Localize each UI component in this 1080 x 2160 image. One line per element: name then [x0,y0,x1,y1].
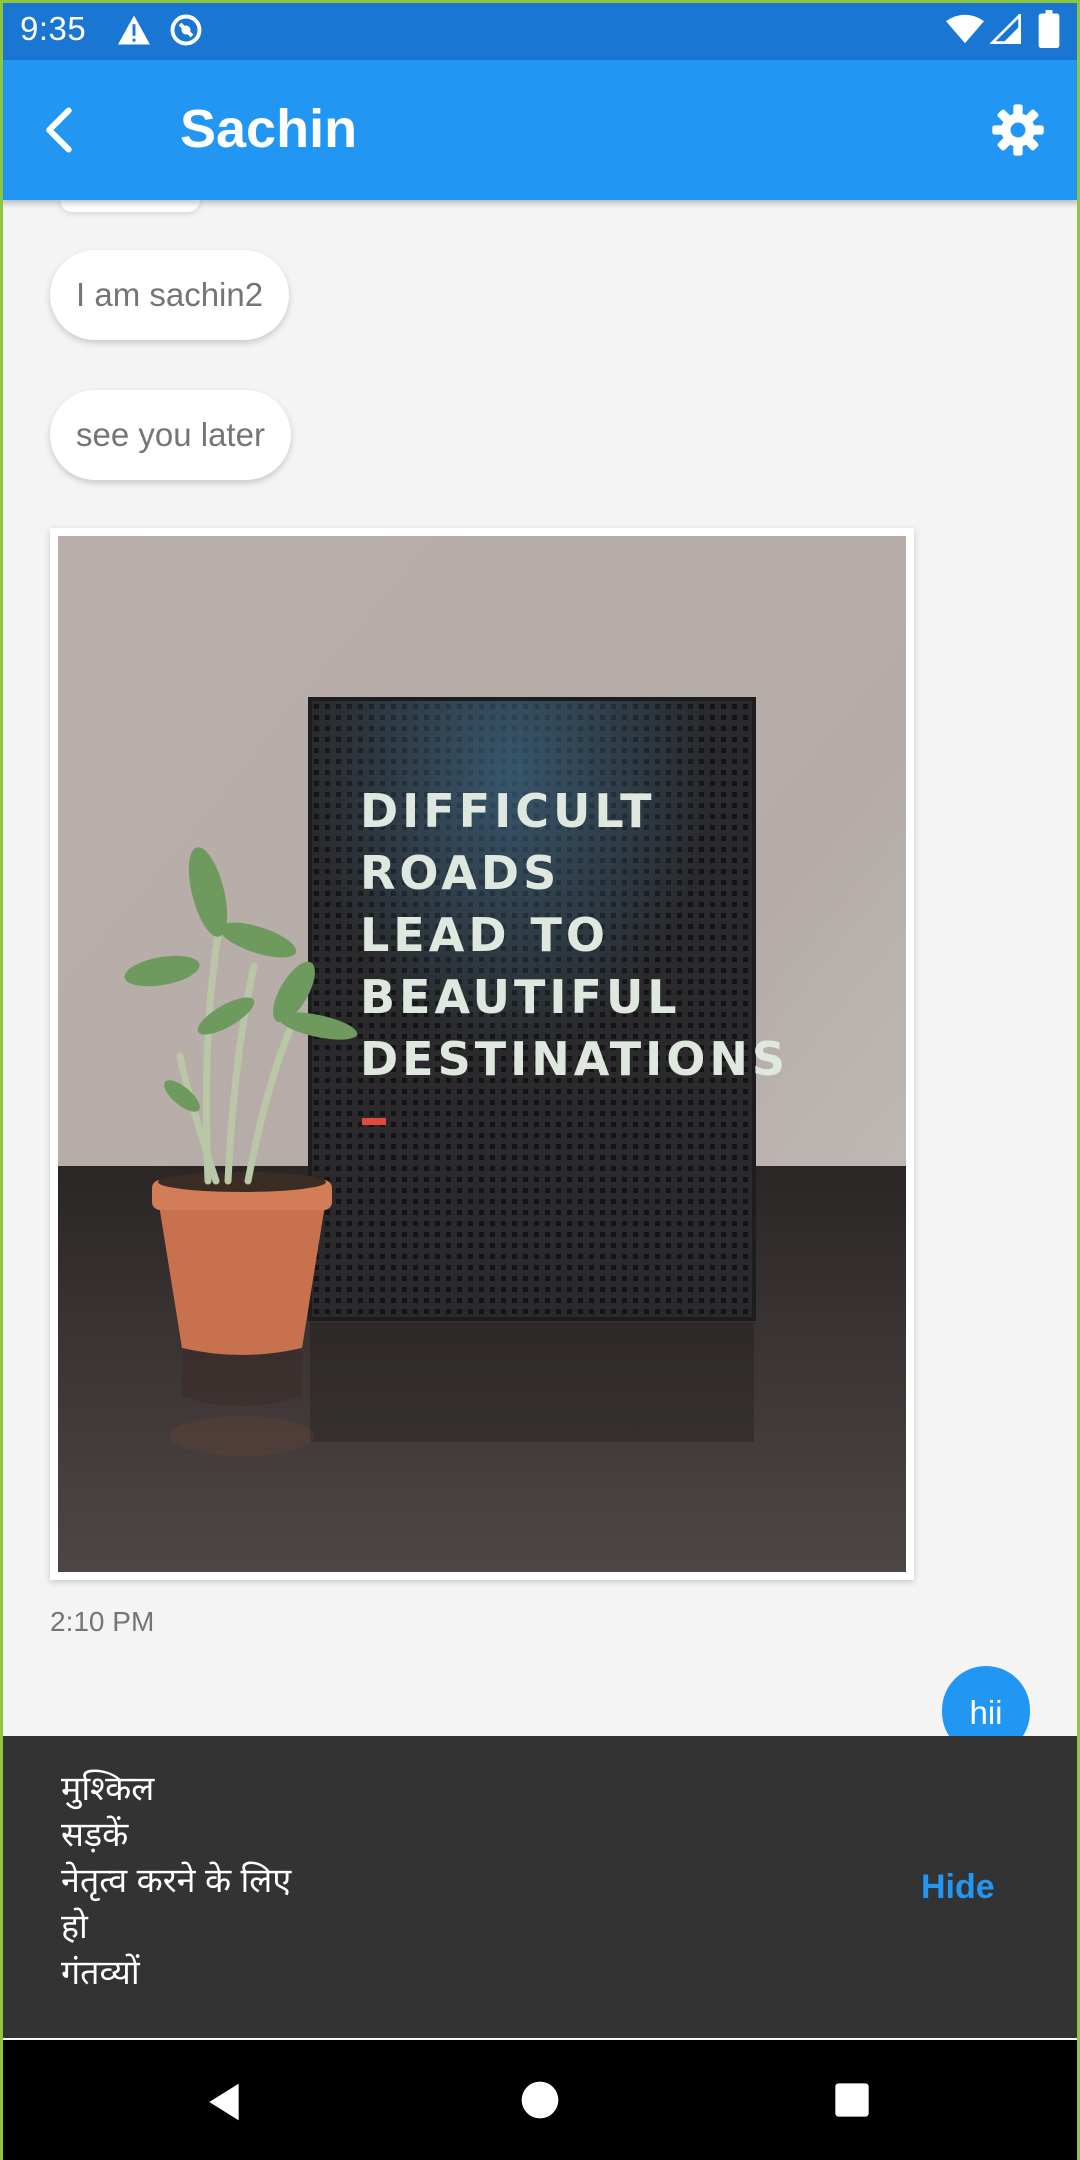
incoming-message-bubble[interactable]: see you later [50,390,291,480]
battery-icon [1038,10,1060,48]
status-bar: 9:35 [0,0,1080,60]
message-text: see you later [76,416,265,453]
warning-icon [118,15,150,45]
translated-line: हो [61,1908,88,1946]
translated-line: मुश्किल [61,1770,155,1808]
nav-recents-icon[interactable] [832,2080,872,2120]
translated-text: मुश्किल सड़कें नेतृत्व करने के लिए हो गं… [61,1766,291,1996]
partial-message-bubble [60,200,200,212]
translated-line: सड़कें [61,1816,129,1854]
translation-snackbar: मुश्किल सड़कें नेतृत्व करने के लिए हो गं… [3,1736,1077,2038]
back-arrow-icon[interactable] [34,104,86,156]
incoming-message-bubble[interactable]: I am sachin2 [50,250,290,340]
cell-signal-icon [990,14,1021,44]
translated-line: नेतृत्व करने के लिए [61,1862,292,1900]
status-time: 9:35 [20,10,87,47]
gear-icon[interactable] [990,102,1046,158]
message-timestamp: 2:10 PM [50,1606,155,1637]
chat-message-list[interactable]: I am sachin2 see you later DIFFICULT ROA… [0,200,1080,1736]
translated-line: गंतव्यों [61,1954,140,1992]
wifi-icon [946,14,984,44]
message-text: hii [969,1694,1003,1731]
board-line: BEAUTIFUL [360,970,681,1024]
outgoing-message-bubble[interactable]: hii [942,1666,1030,1736]
app-bar: Sachin [0,60,1080,200]
board-line: ROADS [360,846,560,900]
system-navigation-bar [0,2040,1080,2160]
board-line: DESTINATIONS [360,1032,789,1086]
conversation-title: Sachin [180,99,358,159]
board-line: LEAD TO [360,908,609,962]
image-message[interactable]: DIFFICULT ROADS LEAD TO BEAUTIFUL DESTIN… [50,528,914,1580]
nav-home-icon[interactable] [520,2080,560,2120]
board-line: DIFFICULT [360,784,655,838]
message-text: I am sachin2 [76,276,264,313]
sync-icon [170,14,202,46]
hide-button[interactable]: Hide [921,1868,995,1907]
nav-back-icon[interactable] [202,2080,246,2124]
letter-board-photo: DIFFICULT ROADS LEAD TO BEAUTIFUL DESTIN… [58,536,906,1572]
